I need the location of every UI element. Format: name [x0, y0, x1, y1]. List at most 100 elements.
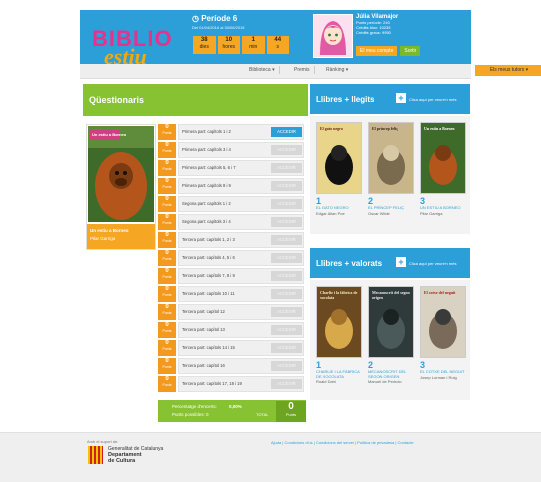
- questionaris-header: Qüestionaris: [83, 84, 308, 116]
- most-read-more-link[interactable]: Clica aquí per veure'n més: [409, 97, 456, 102]
- quiz-points-value: 0: [165, 160, 169, 166]
- quiz-points-value: 0: [165, 142, 169, 148]
- book-cover: El gato negro: [316, 122, 362, 194]
- quiz-row: 0 Punts Tercera part: capítol 16 ACCEDIR: [158, 358, 306, 374]
- period-title-text: Període 6: [201, 14, 238, 23]
- quiz-title-text: Primera part: capítols 8 i 9: [182, 183, 231, 188]
- quiz-points-label: Punts: [162, 185, 172, 189]
- nav-biblioteca[interactable]: Biblioteca ▾: [245, 66, 280, 74]
- quiz-access-button[interactable]: ACCEDIR: [271, 199, 302, 209]
- book-title[interactable]: CHARLIE I LA FÀBRICA DE XOCOLATA: [316, 369, 362, 379]
- quiz-title-text: Tercera part: capítol 12: [182, 309, 225, 314]
- page: BIBLIO estiu ◷ Període 6 Del 01/04/2016 …: [0, 0, 541, 482]
- book-cover: Mecanoscrit del segon origen: [368, 286, 414, 358]
- quiz-access-button[interactable]: ACCEDIR: [271, 253, 302, 263]
- top-rated-header: Llibres + valorats + Clica aquí per veur…: [310, 248, 470, 278]
- user-info: Júlia Vilamajor Punts període: 240 Crèdi…: [356, 14, 466, 35]
- quiz-title-text: Tercera part: capítol 16: [182, 363, 225, 368]
- quiz-access-button[interactable]: ACCEDIR: [271, 127, 302, 137]
- book-card[interactable]: El príncep feliç 2 EL PRÍNCEP FELIÇ Oscar W…: [368, 122, 414, 216]
- user-avatar[interactable]: [313, 14, 353, 58]
- countdown-hours: 10 hores: [217, 36, 240, 54]
- quiz-points-value: 0: [165, 196, 169, 202]
- plus-icon[interactable]: +: [396, 93, 406, 103]
- quiz-title-text: Tercera part: capítols 1, 2 i 3: [182, 237, 235, 242]
- quiz-access-button[interactable]: ACCEDIR: [271, 307, 302, 317]
- book-title[interactable]: MECANOSCRIT DEL SEGON ORIGEN: [368, 369, 414, 379]
- my-account-button[interactable]: El meu compte: [356, 46, 398, 56]
- my-tutors-dropdown[interactable]: Els meus tutors ▾: [475, 65, 541, 76]
- quiz-points-badge: 0 Punts: [158, 250, 176, 266]
- quiz-title-text: Primera part: capítols 1 i 2: [182, 129, 231, 134]
- book-cover-title: El gato negro: [320, 126, 343, 131]
- quiz-points-label: Punts: [162, 293, 172, 297]
- plus-icon[interactable]: +: [396, 257, 406, 267]
- quiz-summary: Percentatge d'encerts: 0,00% Punts possi…: [158, 400, 306, 422]
- quiz-title-text: Primera part: capítols 5, 6 i 7: [182, 165, 236, 170]
- orangutan-cover-image: [88, 126, 154, 222]
- book-card[interactable]: El cotxe del neguit 3 EL COTXE DEL NEGUIT J…: [420, 286, 466, 380]
- quiz-row: 0 Punts Tercera part: capítols 14 i 15 ACCE…: [158, 340, 306, 356]
- book-card[interactable]: Mecanoscrit del segon origen 2 MECANOSCRIT…: [368, 286, 414, 384]
- user-credits-grades: Crèdits graus: 9950: [356, 30, 391, 35]
- quiz-access-button[interactable]: ACCEDIR: [271, 271, 302, 281]
- quiz-access-button[interactable]: ACCEDIR: [271, 217, 302, 227]
- quiz-access-button[interactable]: ACCEDIR: [271, 163, 302, 173]
- accuracy-label: Percentatge d'encerts:: [172, 404, 217, 409]
- quiz-row: 0 Punts Primera part: capítols 5, 6 i 7 ACC…: [158, 160, 306, 176]
- quiz-points-value: 0: [165, 322, 169, 328]
- quiz-points-label: Punts: [162, 311, 172, 315]
- quiz-points-label: Punts: [162, 203, 172, 207]
- quiz-row: 0 Punts Tercera part: capítols 17, 18 i 19…: [158, 376, 306, 392]
- department-line2: de Cultura: [108, 458, 136, 464]
- book-card[interactable]: Charlie i la fàbrica de xocolata 1 CHARLIE…: [316, 286, 362, 384]
- user-buttons: El meu compte Sortir: [356, 46, 421, 56]
- footer-links[interactable]: Ajuda | Condicions d'ús | Condicions del…: [271, 440, 414, 445]
- accuracy-value: 0,00%: [229, 404, 242, 409]
- most-read-header: Llibres + llegits + Clica aquí per veure…: [310, 84, 470, 114]
- book-title[interactable]: EL COTXE DEL NEGUIT: [420, 369, 466, 375]
- countdown-days: 38 dies: [193, 36, 216, 54]
- book-cover-title: Mecanoscrit del segon origen: [372, 290, 410, 300]
- countdown-seconds: 44 s: [266, 36, 289, 54]
- quiz-points-badge: 0 Punts: [158, 340, 176, 356]
- book-title[interactable]: UN ESTIU A BORNEO: [420, 205, 466, 211]
- current-book-cover: Un estiu a Borneo: [88, 126, 154, 222]
- countdown-minutes-value: 1: [251, 37, 255, 43]
- logout-button[interactable]: Sortir: [400, 46, 421, 56]
- quiz-access-button[interactable]: ACCEDIR: [271, 343, 302, 353]
- quiz-row: 0 Punts Tercera part: capítols 1, 2 i 3 ACC…: [158, 232, 306, 248]
- quiz-access-button[interactable]: ACCEDIR: [271, 181, 302, 191]
- quiz-points-label: Punts: [162, 149, 172, 153]
- quiz-access-button[interactable]: ACCEDIR: [271, 379, 302, 389]
- book-author: Josep Lorman i Roig: [420, 374, 457, 380]
- top-rated-more-link[interactable]: Clica aquí per veure'n més: [409, 261, 456, 266]
- nav-premis[interactable]: Premis: [290, 66, 315, 74]
- quiz-points-label: Punts: [162, 239, 172, 243]
- countdown-minutes: 1 min: [242, 36, 265, 54]
- current-book-card[interactable]: Un estiu a Borneo Un estiu a Borneo Pila…: [86, 124, 156, 250]
- total-label: TOTAL: [256, 412, 269, 417]
- quiz-points-badge: 0 Punts: [158, 160, 176, 176]
- book-card[interactable]: El gato negro 1 EL GATO NEGRO Edgar Allan P…: [316, 122, 362, 216]
- quiz-row: 0 Punts Tercera part: capítol 12 ACCEDIR: [158, 304, 306, 320]
- countdown-seconds-value: 44: [274, 37, 282, 43]
- quiz-title-text: Primera part: capítols 3 i 4: [182, 147, 231, 152]
- book-cover: Charlie i la fàbrica de xocolata: [316, 286, 362, 358]
- quiz-points-value: 0: [165, 340, 169, 346]
- support-label: Amb el suport de:: [87, 439, 119, 444]
- book-author: Edgar Allan Poe: [316, 210, 345, 216]
- quiz-access-button[interactable]: ACCEDIR: [271, 361, 302, 371]
- quiz-title-text: Tercera part: capítols 14 i 15: [182, 345, 235, 350]
- quiz-points-label: Punts: [162, 347, 172, 351]
- quiz-title-text: Segona part: capítols 1 i 2: [182, 201, 231, 206]
- quiz-access-button[interactable]: ACCEDIR: [271, 289, 302, 299]
- quiz-points-value: 0: [165, 250, 169, 256]
- book-card[interactable]: Un estiu a Borneo 3 UN ESTIU A BORNEO Pilar…: [420, 122, 466, 216]
- quiz-access-button[interactable]: ACCEDIR: [271, 145, 302, 155]
- quiz-row: 0 Punts Tercera part: capítol 13 ACCEDIR: [158, 322, 306, 338]
- quiz-access-button[interactable]: ACCEDIR: [271, 235, 302, 245]
- quiz-access-button[interactable]: ACCEDIR: [271, 325, 302, 335]
- book-cover-title: El cotxe del neguit: [424, 290, 456, 295]
- nav-ranking[interactable]: Rànking ▾: [322, 66, 352, 74]
